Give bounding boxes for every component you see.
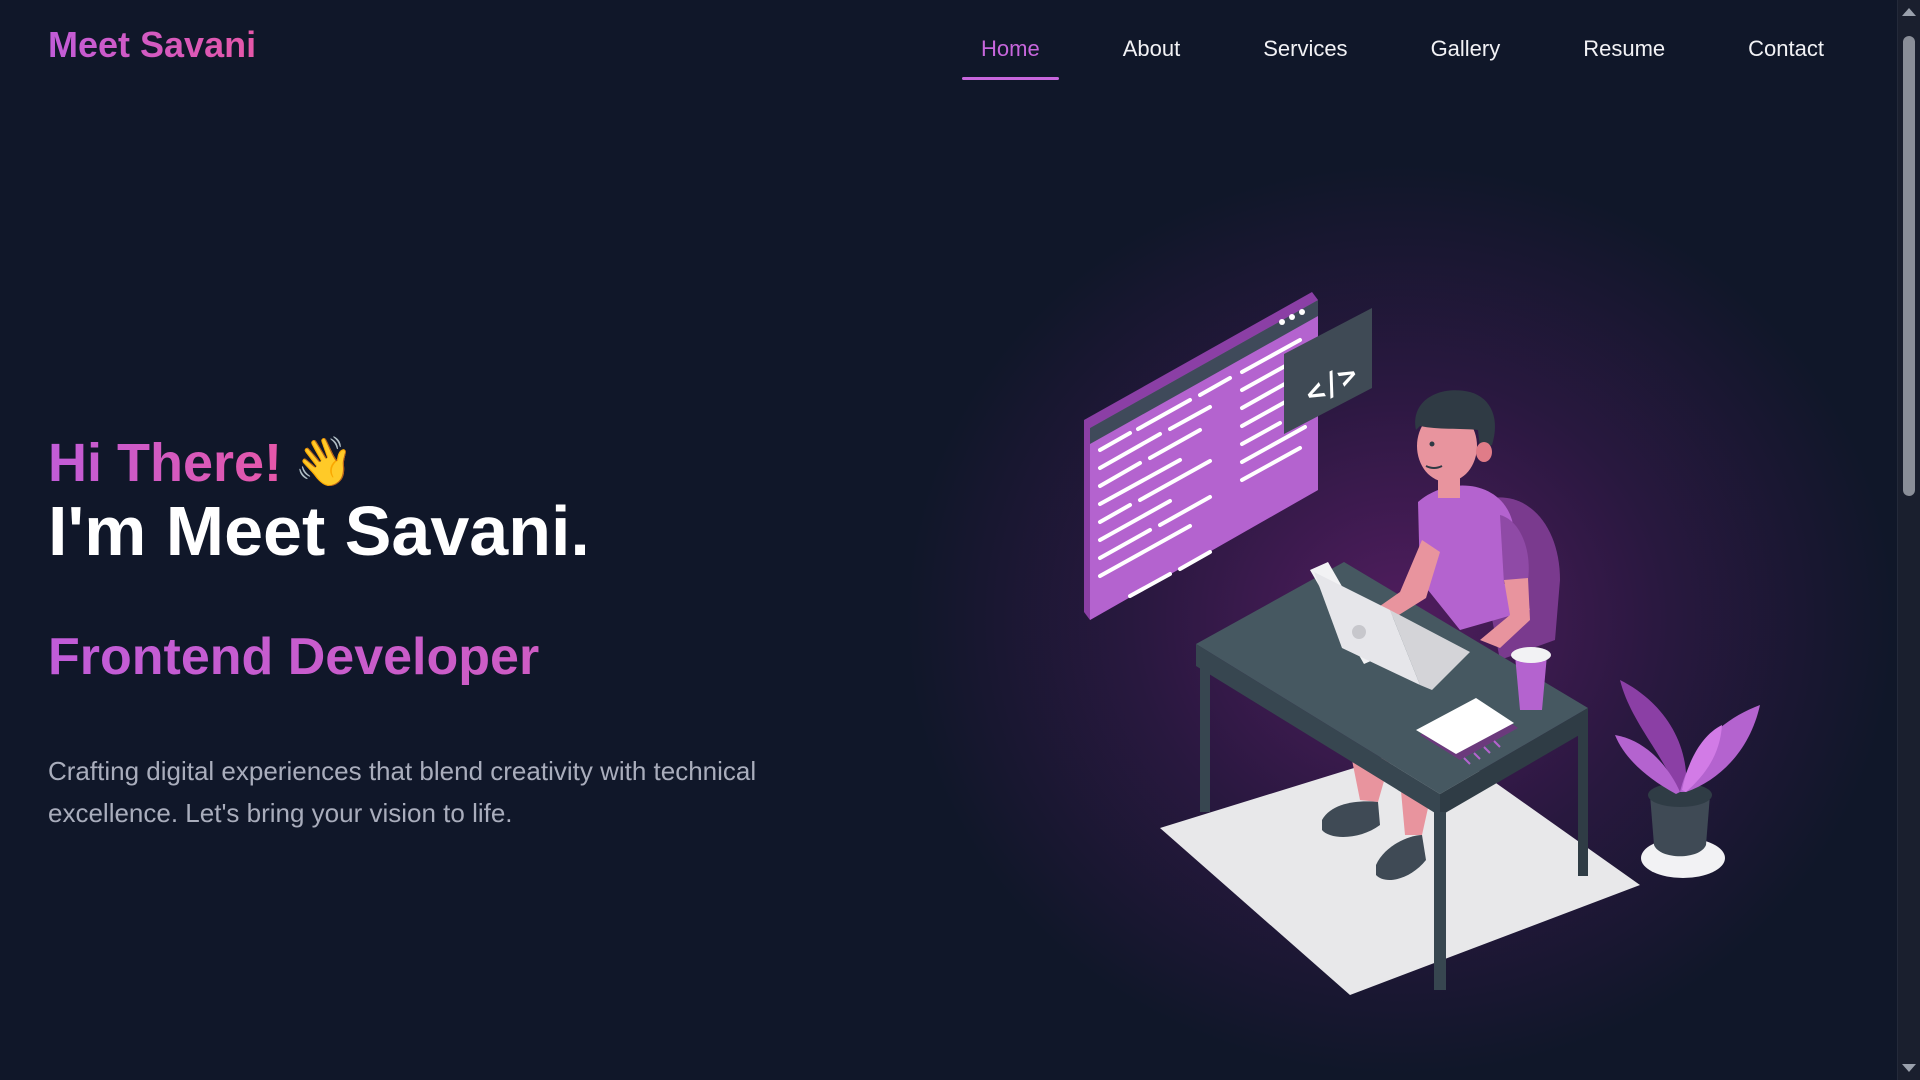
developer-illustration: </>: [1084, 292, 1760, 995]
portfolio-page: Meet Savani Home About Services Gallery …: [0, 0, 1920, 1080]
desk-leg: [1578, 726, 1588, 876]
nav-link-gallery[interactable]: Gallery: [1412, 26, 1520, 80]
hero-role: Frontend Developer: [48, 624, 868, 690]
scroll-up-icon[interactable]: [1902, 8, 1916, 16]
apple-logo-icon: [1352, 625, 1366, 639]
scroll-thumb[interactable]: [1903, 36, 1915, 496]
brand-logo[interactable]: Meet Savani: [48, 24, 256, 66]
greeting-text: Hi There!: [48, 428, 282, 498]
vertical-scrollbar[interactable]: [1897, 0, 1920, 1080]
person-arm: [1380, 540, 1440, 618]
desk-leg: [1200, 662, 1210, 812]
nav-link-home[interactable]: Home: [962, 26, 1059, 80]
greeting: Hi There! 👋: [48, 428, 868, 498]
hero-name: I'm Meet Savani.: [48, 492, 590, 570]
waving-hand-icon: 👋: [294, 436, 354, 489]
window-dot: [1279, 319, 1285, 325]
navbar: Meet Savani Home About Services Gallery …: [0, 0, 1898, 96]
window-dot: [1289, 314, 1295, 320]
scroll-down-icon[interactable]: [1902, 1064, 1916, 1072]
person-ear: [1476, 442, 1492, 462]
nav-links: Home About Services Gallery Resume Conta…: [917, 26, 1843, 80]
person-eye: [1429, 441, 1435, 447]
coffee-cup-lid: [1511, 647, 1551, 663]
coffee-cup-icon: [1515, 655, 1547, 710]
nav-link-contact[interactable]: Contact: [1729, 26, 1843, 80]
nav-link-resume[interactable]: Resume: [1564, 26, 1684, 80]
desk-leg: [1434, 812, 1446, 990]
hero-tagline: Crafting digital experiences that blend …: [48, 756, 757, 828]
nav-link-services[interactable]: Services: [1244, 26, 1366, 80]
window-dot: [1299, 309, 1305, 315]
hero-section: Hi There! 👋 I'm Meet Savani. Frontend De…: [48, 428, 868, 860]
nav-link-about[interactable]: About: [1104, 26, 1200, 80]
